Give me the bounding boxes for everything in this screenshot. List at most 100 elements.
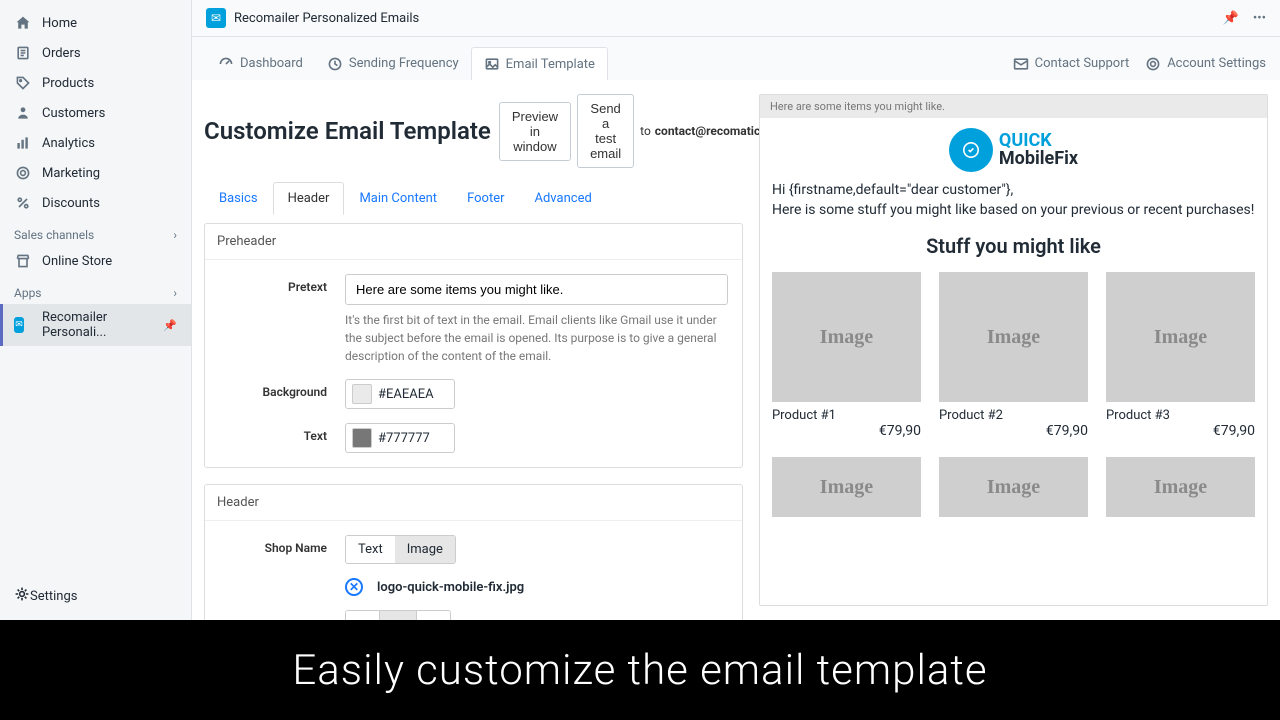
nav-label: Settings bbox=[30, 589, 77, 604]
bg-label: Background bbox=[219, 379, 345, 399]
pin-icon[interactable]: 📌 bbox=[1223, 11, 1239, 26]
product-card: ImageProduct #1€79,90 bbox=[772, 272, 921, 439]
product-image: Image bbox=[939, 272, 1088, 402]
chevron-right-icon: › bbox=[173, 286, 177, 300]
more-icon[interactable]: ••• bbox=[1253, 11, 1266, 26]
shopname-text-opt[interactable]: Text bbox=[346, 536, 395, 563]
send-test-button[interactable]: Send a test email bbox=[577, 94, 634, 168]
page-title: Customize Email Template bbox=[204, 117, 491, 145]
nav-label: Orders bbox=[42, 46, 81, 61]
sidebar-item-orders[interactable]: Orders bbox=[0, 38, 191, 68]
analytics-icon bbox=[14, 134, 32, 152]
sidebar-item-recomailer[interactable]: ✉ Recomailer Personali...📌 bbox=[0, 304, 191, 346]
sidebar: Home Orders Products Customers Analytics… bbox=[0, 0, 192, 620]
app-title: Recomailer Personalized Emails bbox=[234, 11, 419, 26]
product-card: ImageProduct #2€79,90 bbox=[939, 272, 1088, 439]
preview-button[interactable]: Preview in window bbox=[499, 102, 571, 161]
tab-dashboard[interactable]: Dashboard bbox=[206, 48, 315, 80]
preview-greeting: Hi {firstname,default="dear customer"}, bbox=[772, 182, 1255, 198]
align-right-button[interactable]: ▭ bbox=[417, 611, 450, 620]
app-icon: ✉ bbox=[14, 316, 32, 334]
store-icon bbox=[14, 252, 32, 270]
product-image: Image bbox=[772, 272, 921, 402]
bg-color-field[interactable]: #EAEAEA bbox=[345, 379, 455, 409]
tab-email-template[interactable]: Email Template bbox=[471, 47, 608, 80]
preview-intro: Here is some stuff you might like based … bbox=[772, 202, 1255, 218]
subtab-main[interactable]: Main Content bbox=[344, 182, 452, 215]
main: ✉ Recomailer Personalized Emails 📌 ••• D… bbox=[192, 0, 1280, 620]
sub-tabs: Basics Header Main Content Footer Advanc… bbox=[204, 182, 743, 215]
contact-support-link[interactable]: Contact Support bbox=[1013, 56, 1130, 72]
logo-filename: logo-quick-mobile-fix.jpg bbox=[377, 580, 524, 595]
subtab-header[interactable]: Header bbox=[273, 182, 345, 215]
tabs: Dashboard Sending Frequency Email Templa… bbox=[192, 37, 1280, 80]
product-card: ImageProduct #3€79,90 bbox=[1106, 272, 1255, 439]
sidebar-item-discounts[interactable]: Discounts bbox=[0, 188, 191, 218]
topbar: ✉ Recomailer Personalized Emails 📌 ••• bbox=[192, 0, 1280, 37]
shopname-label: Shop Name bbox=[219, 535, 345, 555]
remove-logo-button[interactable]: ✕ bbox=[345, 578, 363, 596]
sidebar-item-products[interactable]: Products bbox=[0, 68, 191, 98]
sidebar-item-settings[interactable]: Settings bbox=[0, 580, 192, 612]
app-logo-icon: ✉ bbox=[206, 8, 226, 28]
right-actions: Contact Support Account Settings bbox=[1013, 56, 1266, 72]
pretext-input[interactable] bbox=[345, 274, 728, 305]
nav-label: Online Store bbox=[42, 254, 112, 269]
align-center-button[interactable]: ▭ bbox=[380, 611, 417, 620]
product-image: Image bbox=[1106, 457, 1255, 517]
marketing-banner: Easily customize the email template bbox=[0, 620, 1280, 720]
sidebar-item-analytics[interactable]: Analytics bbox=[0, 128, 191, 158]
header-panel: Header Shop Name Text Image bbox=[204, 484, 743, 620]
nav-label: Customers bbox=[42, 106, 105, 121]
email-preview: Here are some items you might like. QUIC… bbox=[759, 94, 1268, 606]
bg-swatch bbox=[352, 384, 372, 404]
sidebar-item-customers[interactable]: Customers bbox=[0, 98, 191, 128]
nav-label: Recomailer Personali... bbox=[42, 310, 163, 340]
preheader-panel: Preheader Pretext It's the first bit of … bbox=[204, 223, 743, 468]
gear-icon bbox=[14, 586, 30, 606]
chevron-right-icon: › bbox=[173, 228, 177, 242]
marketing-icon bbox=[14, 164, 32, 182]
sidebar-item-home[interactable]: Home bbox=[0, 8, 191, 38]
nav-label: Discounts bbox=[42, 196, 100, 211]
align-left-button[interactable]: ▭ bbox=[346, 611, 380, 620]
shopname-toggle: Text Image bbox=[345, 535, 456, 564]
sidebar-group-apps[interactable]: Apps› bbox=[0, 276, 191, 304]
align-buttons: ▭ ▭ ▭ bbox=[345, 610, 451, 620]
discounts-icon bbox=[14, 194, 32, 212]
panel-title: Preheader bbox=[205, 224, 742, 260]
sidebar-item-marketing[interactable]: Marketing bbox=[0, 158, 191, 188]
subtab-basics[interactable]: Basics bbox=[204, 182, 273, 215]
subtab-advanced[interactable]: Advanced bbox=[520, 182, 607, 215]
subtab-footer[interactable]: Footer bbox=[452, 182, 519, 215]
customers-icon bbox=[14, 104, 32, 122]
preview-preheader: Here are some items you might like. bbox=[760, 95, 1267, 118]
logo-icon bbox=[949, 128, 993, 172]
tab-sending-frequency[interactable]: Sending Frequency bbox=[315, 48, 471, 80]
home-icon bbox=[14, 14, 32, 32]
preview-section-title: Stuff you might like bbox=[772, 234, 1255, 258]
pin-icon[interactable]: 📌 bbox=[163, 319, 177, 332]
preview-products: ImageProduct #1€79,90 ImageProduct #2€79… bbox=[772, 272, 1255, 439]
nav-label: Analytics bbox=[42, 136, 95, 151]
panel-title: Header bbox=[205, 485, 742, 521]
products-icon bbox=[14, 74, 32, 92]
product-image: Image bbox=[772, 457, 921, 517]
text-swatch bbox=[352, 428, 372, 448]
pretext-label: Pretext bbox=[219, 274, 345, 294]
image-icon bbox=[484, 56, 500, 72]
shopname-image-opt[interactable]: Image bbox=[395, 536, 455, 563]
clock-icon bbox=[327, 56, 343, 72]
topbar-actions: 📌 ••• bbox=[1223, 11, 1266, 26]
sidebar-item-online-store[interactable]: Online Store bbox=[0, 246, 191, 276]
orders-icon bbox=[14, 44, 32, 62]
nav-label: Products bbox=[42, 76, 94, 91]
text-color-field[interactable]: #777777 bbox=[345, 423, 455, 453]
product-image: Image bbox=[939, 457, 1088, 517]
product-image: Image bbox=[1106, 272, 1255, 402]
nav-label: Home bbox=[42, 16, 77, 31]
account-settings-link[interactable]: Account Settings bbox=[1145, 56, 1266, 72]
sidebar-group-sales[interactable]: Sales channels› bbox=[0, 218, 191, 246]
preview-products-row2: Image Image Image bbox=[772, 457, 1255, 517]
text-label: Text bbox=[219, 423, 345, 443]
